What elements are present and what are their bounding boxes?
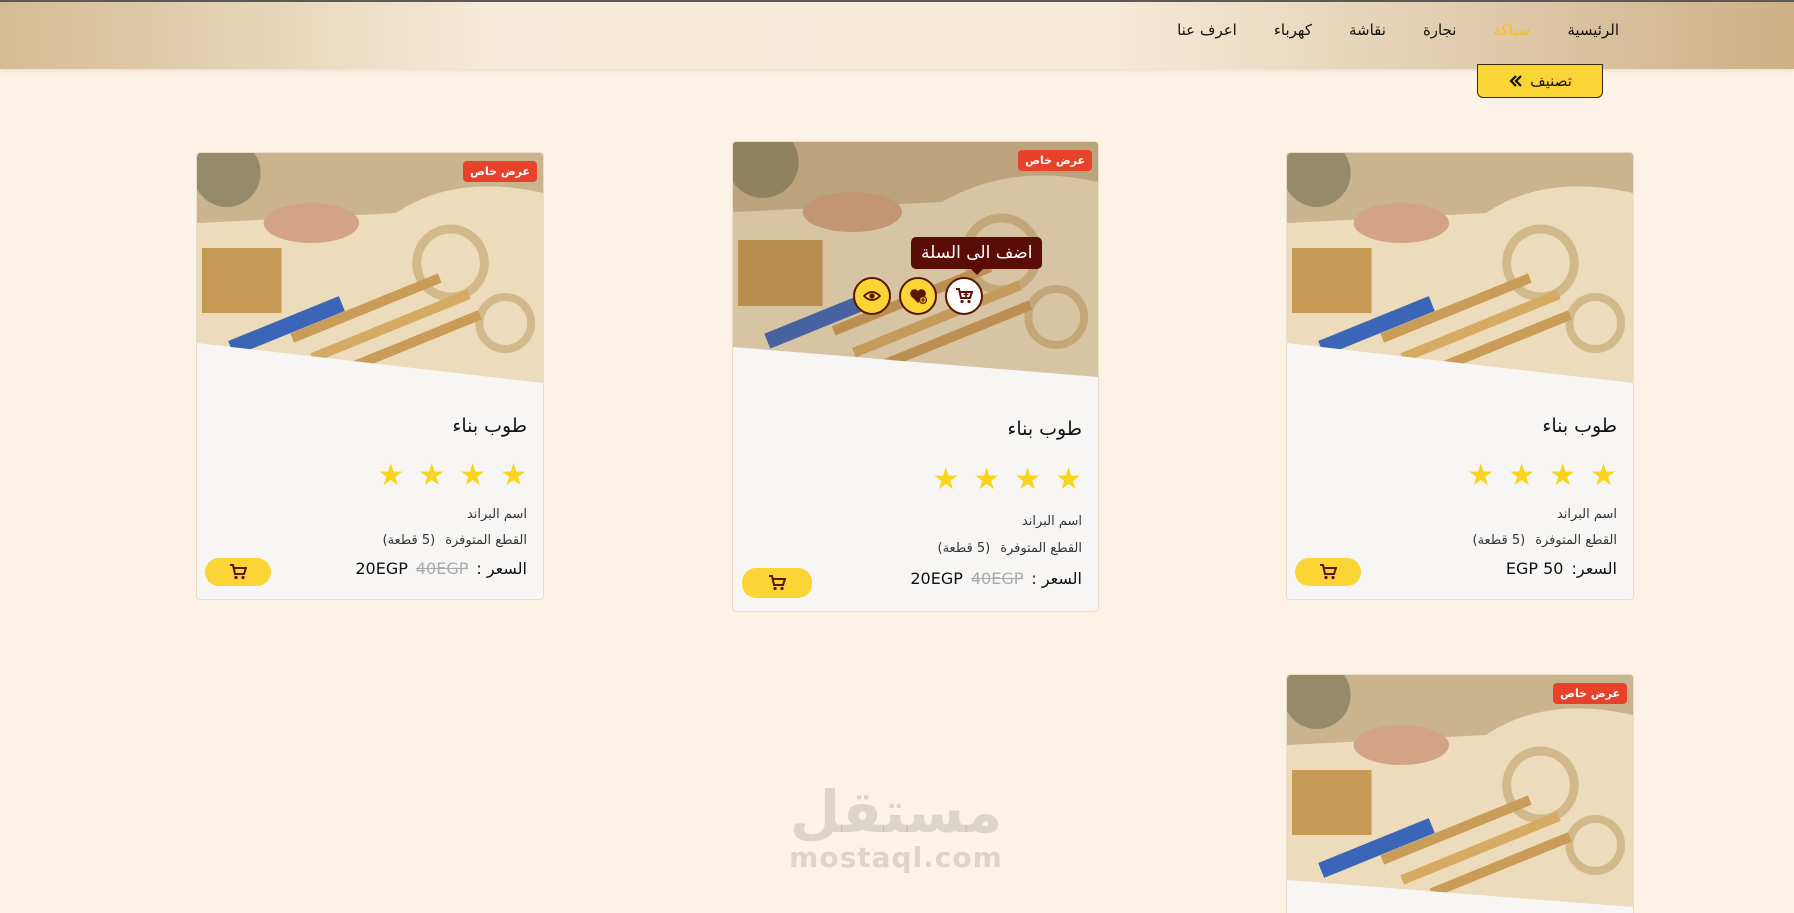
add-to-cart-button[interactable] bbox=[205, 558, 271, 586]
category-button[interactable]: تصنيف bbox=[1477, 64, 1603, 98]
stock-label: القطع المتوفرة bbox=[445, 533, 527, 548]
price-row: السعر : 40EGP 20EGP bbox=[910, 569, 1082, 588]
product-card[interactable]: عرض خاص bbox=[1286, 674, 1634, 913]
brand-name: اسم البراند bbox=[1021, 514, 1082, 529]
category-label: تصنيف bbox=[1530, 72, 1572, 90]
stock-value: (5 قطعة) bbox=[1472, 533, 1526, 548]
nav-about[interactable]: اعرف عنا bbox=[1177, 21, 1237, 39]
cart-icon bbox=[769, 575, 786, 591]
stock-value: (5 قطعة) bbox=[382, 533, 436, 548]
special-offer-badge: عرض خاص bbox=[1553, 683, 1627, 704]
stock-label: القطع المتوفرة bbox=[1000, 541, 1082, 556]
product-image: عرض خاص bbox=[1287, 675, 1633, 913]
product-info: طوب بناء ★ ★ ★ ★ اسم البراند القطع المتو… bbox=[197, 153, 543, 599]
star-icon: ★ bbox=[1467, 458, 1495, 493]
price-row: السعر: 50 EGP bbox=[1506, 559, 1617, 578]
star-icon: ★ bbox=[500, 458, 527, 493]
product-info: طوب بناء ★ ★ ★ ★ اسم البراند القطع المتو… bbox=[1287, 153, 1633, 599]
watermark-text: mostaql.com bbox=[789, 841, 1003, 874]
price-label: السعر : bbox=[476, 559, 527, 578]
star-icon: ★ bbox=[973, 462, 1001, 497]
cart-icon bbox=[1320, 564, 1337, 580]
current-price: 20EGP bbox=[910, 569, 963, 588]
star-icon: ★ bbox=[1508, 458, 1536, 493]
nav-electricity[interactable]: كهرباء bbox=[1274, 21, 1312, 39]
brand-name: اسم البراند bbox=[1556, 507, 1617, 522]
watermark: مستقل mostaql.com bbox=[786, 783, 1006, 874]
stock-info: القطع المتوفرة (5 قطعة) bbox=[938, 541, 1082, 556]
main-nav: الرئيسية سباكة نجارة نقاشة كهرباء اعرف ع… bbox=[1177, 21, 1619, 39]
star-icon: ★ bbox=[418, 458, 446, 493]
star-icon: ★ bbox=[932, 462, 960, 497]
old-price: 40EGP bbox=[970, 569, 1024, 588]
stock-label: القطع المتوفرة bbox=[1535, 533, 1617, 548]
star-icon: ★ bbox=[1014, 462, 1042, 497]
nav-painting[interactable]: نقاشة bbox=[1349, 21, 1386, 39]
product-title: طوب بناء bbox=[452, 415, 527, 437]
current-price: 20EGP bbox=[355, 559, 408, 578]
rating-stars: ★ ★ ★ ★ bbox=[932, 465, 1082, 495]
brand-name: اسم البراند bbox=[466, 507, 527, 522]
product-card[interactable]: عرض خاص طوب بناء ★ ★ ★ ★ اسم البراند الق… bbox=[196, 152, 544, 600]
product-info: طوب بناء ★ ★ ★ ★ اسم البراند القطع المتو… bbox=[733, 142, 1098, 611]
stock-info: القطع المتوفرة (5 قطعة) bbox=[383, 533, 527, 548]
price-label: السعر : bbox=[1031, 569, 1082, 588]
price-row: السعر : 40EGP 20EGP bbox=[355, 559, 527, 578]
star-icon: ★ bbox=[377, 458, 405, 493]
old-price: 40EGP bbox=[415, 559, 469, 578]
stock-value: (5 قطعة) bbox=[937, 541, 991, 556]
double-chevron-left-icon bbox=[1509, 75, 1522, 87]
product-card[interactable]: طوب بناء ★ ★ ★ ★ اسم البراند القطع المتو… bbox=[1286, 152, 1634, 600]
star-icon: ★ bbox=[1549, 458, 1577, 493]
add-to-cart-button[interactable] bbox=[742, 568, 812, 598]
cart-icon bbox=[230, 564, 247, 580]
star-icon: ★ bbox=[459, 458, 487, 493]
add-to-cart-button[interactable] bbox=[1295, 558, 1361, 586]
rating-stars: ★ ★ ★ ★ bbox=[1467, 461, 1617, 491]
product-title: طوب بناء bbox=[1007, 418, 1082, 440]
nav-plumbing[interactable]: سباكة bbox=[1493, 21, 1530, 39]
nav-carpentry[interactable]: نجارة bbox=[1423, 21, 1457, 39]
price-label: السعر: bbox=[1571, 559, 1617, 578]
stock-info: القطع المتوفرة (5 قطعة) bbox=[1473, 533, 1617, 548]
watermark-logo: مستقل bbox=[789, 778, 1003, 846]
rating-stars: ★ ★ ★ ★ bbox=[377, 461, 527, 491]
nav-home[interactable]: الرئيسية bbox=[1567, 21, 1619, 39]
star-icon: ★ bbox=[1590, 458, 1617, 493]
product-title: طوب بناء bbox=[1542, 415, 1617, 437]
product-card[interactable]: عرض خاص اضف الى السلة طوب بناء ★ ★ ★ ★ ا… bbox=[732, 141, 1099, 612]
top-navbar: الرئيسية سباكة نجارة نقاشة كهرباء اعرف ع… bbox=[0, 0, 1794, 69]
current-price: 50 EGP bbox=[1505, 559, 1564, 578]
star-icon: ★ bbox=[1055, 462, 1082, 497]
